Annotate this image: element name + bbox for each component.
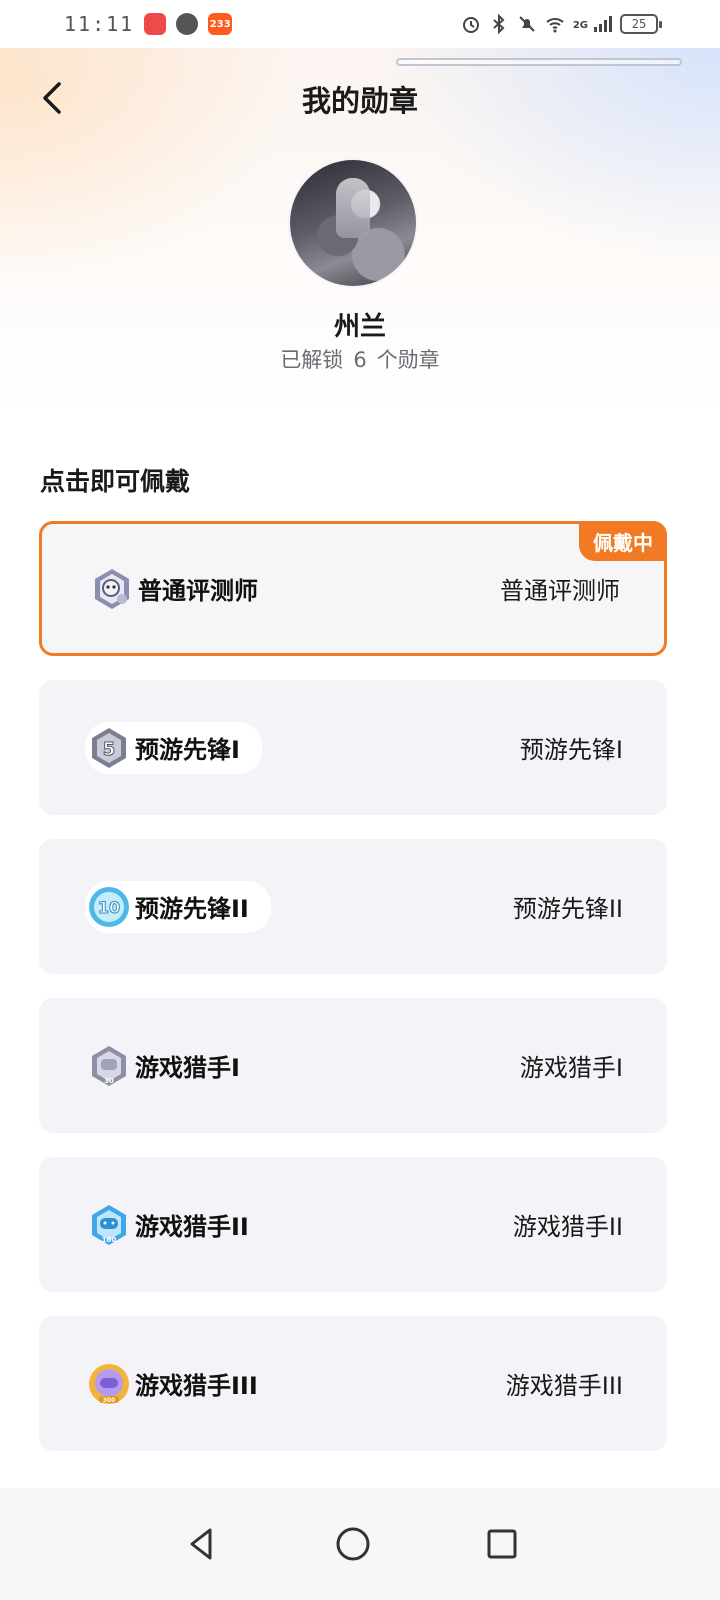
badge-card-pioneer-1[interactable]: 5 预游先锋I 预游先锋I [39,680,667,815]
top-drag-handle [396,58,682,66]
mute-icon [517,14,537,34]
badge-right-label: 游戏猎手III [505,1372,623,1400]
nav-home-button[interactable] [323,1514,383,1574]
badge-pill: 300 游戏猎手III [85,1358,280,1410]
badge-left: 300 游戏猎手III [85,1358,280,1410]
badge-name: 游戏猎手III [135,1372,258,1400]
game-app-icon: 233 [208,13,233,35]
avatar[interactable] [290,160,416,286]
badge-pill: 普通评测师 [88,563,280,615]
badge-pill: 10 预游先锋II [85,880,271,933]
notification-app-icon [144,13,167,35]
unlock-prefix: 已解锁 [280,348,344,372]
badge-pill: 30 游戏猎手I [85,1040,262,1092]
badge-card-hunter-3[interactable]: 300 游戏猎手III 游戏猎手III [39,1316,667,1451]
section-title: 点击即可佩戴 [40,467,191,496]
badge-card-reviewer[interactable]: 佩戴中 普通评测师 普通评测师 [39,521,667,656]
badge-name: 游戏猎手I [135,1054,240,1082]
badge-right-label: 预游先锋I [519,736,623,764]
hunter-100-medal-icon: 100 [87,1203,131,1247]
signal-icon [592,14,612,34]
network-type: 2G [572,20,588,31]
pioneer-5-medal-icon: 5 [87,726,131,770]
medal-number: 10 [98,898,120,917]
medal-number: 30 [104,1077,114,1085]
system-nav-bar [0,1488,720,1600]
badge-pill: 100 游戏猎手II [85,1199,271,1251]
hunter-300-medal-icon: 300 [87,1362,131,1406]
reviewer-medal-icon [90,567,134,611]
unlock-count: 6 [353,348,367,372]
alarm-icon [461,14,481,34]
nav-recents-button[interactable] [472,1514,532,1574]
nav-back-button[interactable] [172,1514,232,1574]
medal-number: 300 [103,1397,116,1404]
page-title: 我的勋章 [301,84,418,118]
triangle-back-icon [190,1528,212,1560]
medal-number: 5 [103,739,116,760]
wifi-icon [545,14,565,34]
badge-right-label: 预游先锋II [512,895,623,923]
badge-pill: 5 预游先锋I [85,721,262,774]
badge-name: 游戏猎手II [135,1213,249,1241]
medal-number: 100 [102,1236,117,1244]
circle-home-icon [336,1527,370,1561]
badge-left: 100 游戏猎手II [85,1199,271,1251]
badge-left: 普通评测师 [88,563,280,615]
status-time: 11:11 [64,12,135,36]
user-name: 州兰 [333,312,386,342]
badge-card-hunter-2[interactable]: 100 游戏猎手II 游戏猎手II [39,1157,667,1292]
badge-name: 普通评测师 [138,577,258,605]
badge-card-pioneer-2[interactable]: 10 预游先锋II 预游先锋II [39,839,667,974]
avatar-figure [336,178,370,238]
badge-right-label: 普通评测师 [500,577,620,605]
hunter-30-medal-icon: 30 [87,1044,131,1088]
badge-card-hunter-1[interactable]: 30 游戏猎手I 游戏猎手I [39,998,667,1133]
badge-left: 30 游戏猎手I [85,1040,262,1092]
battery-icon: 25 [620,14,662,34]
unlock-summary: 已解锁 6 个勋章 [0,344,720,374]
wearing-tag: 佩戴中 [579,521,667,561]
badge-left: 10 预游先锋II [85,880,271,933]
badge-left: 5 预游先锋I [85,721,262,774]
battery-level: 25 [631,17,647,31]
browser-app-icon [176,13,199,35]
badge-name: 预游先锋II [135,895,249,923]
badge-name: 预游先锋I [135,736,240,764]
badge-right-label: 游戏猎手II [512,1213,623,1241]
bluetooth-icon [489,14,509,34]
pioneer-10-medal-icon: 10 [87,885,131,929]
unlock-suffix: 个勋章 [376,348,440,372]
badge-right-label: 游戏猎手I [519,1054,623,1082]
status-right: 2G 25 [461,14,662,34]
status-left: 11:11 233 [64,12,233,36]
status-bar: 11:11 233 2G 25 [0,0,720,48]
square-recents-icon [487,1529,517,1559]
